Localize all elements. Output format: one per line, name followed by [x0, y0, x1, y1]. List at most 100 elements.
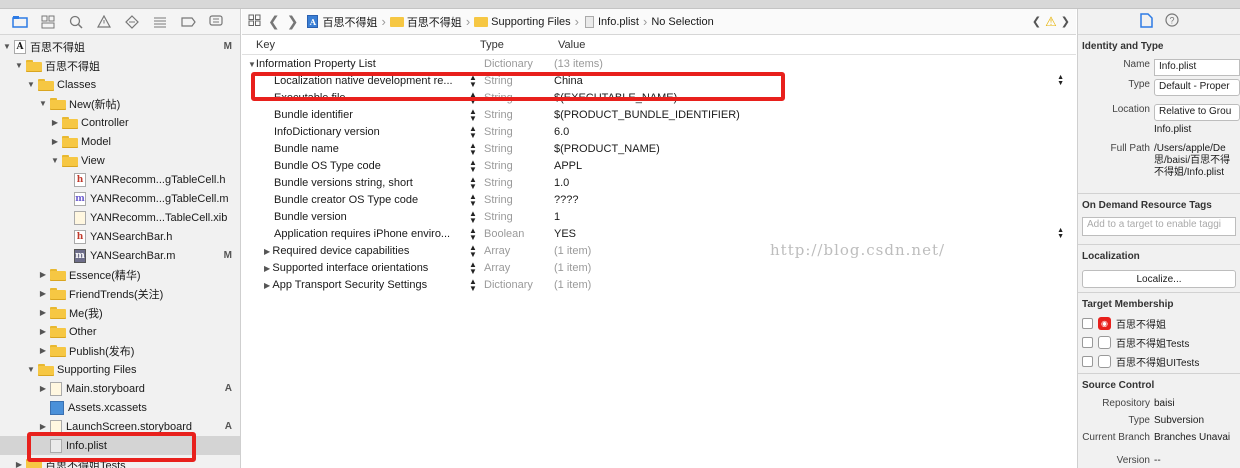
tree-item[interactable]: ▼ Classes	[0, 75, 240, 94]
tree-item[interactable]: h YANRecomm...gTableCell.h	[0, 170, 240, 189]
disclosure-open-icon[interactable]: ▼	[38, 99, 48, 108]
plist-row[interactable]: Bundle creator OS Type code ▲ ▼ String????	[242, 191, 1076, 208]
tree-item[interactable]: m YANRecomm...gTableCell.m	[0, 189, 240, 208]
plist-type[interactable]: String	[480, 177, 554, 189]
key-stepper-icon[interactable]: ▲ ▼	[466, 260, 480, 275]
report-icon[interactable]	[202, 11, 230, 33]
plist-type[interactable]: Dictionary	[480, 279, 554, 291]
tree-item[interactable]: ▶ LaunchScreen.storyboard A	[0, 417, 240, 436]
previous-issue-icon[interactable]: ❮	[1032, 15, 1041, 28]
disclosure-open-icon[interactable]: ▼	[50, 156, 60, 165]
plist-type[interactable]: String	[480, 92, 554, 104]
plist-row[interactable]: Bundle OS Type code ▲ ▼ String APPL	[242, 157, 1076, 174]
tree-item[interactable]: ▶ Publish(发布)	[0, 341, 240, 360]
plist-row[interactable]: ▶ Required device capabilities ▲ ▼ Array (1 …	[242, 242, 1076, 259]
plist-value[interactable]: 1.0	[554, 177, 1076, 189]
tree-item[interactable]: ▼ A 百思不得姐 M	[0, 37, 240, 56]
plist-value[interactable]: China	[554, 75, 1076, 87]
jumpbar-crumb-supporting[interactable]: Supporting Files	[474, 16, 571, 28]
disclosure-closed-icon[interactable]: ▶	[38, 308, 48, 317]
type-column-header[interactable]: Type	[466, 39, 544, 51]
jumpbar-crumb-group[interactable]: 百思不得姐	[389, 14, 462, 30]
disclosure-open-icon[interactable]: ▼	[248, 60, 256, 69]
disclosure-closed-icon[interactable]: ▶	[38, 327, 48, 336]
plist-type[interactable]: Array	[480, 262, 554, 274]
checkbox[interactable]	[1082, 337, 1093, 348]
plist-type[interactable]: Array	[480, 245, 554, 257]
plist-value[interactable]: 6.0	[554, 126, 1076, 138]
plist-value[interactable]: $(PRODUCT_BUNDLE_IDENTIFIER)	[554, 109, 1076, 121]
checkbox[interactable]	[1082, 356, 1093, 367]
checkbox[interactable]	[1082, 318, 1093, 329]
next-issue-icon[interactable]: ❯	[1061, 15, 1070, 28]
tree-item[interactable]: ▼ 百思不得姐	[0, 56, 240, 75]
tree-item[interactable]: ▶ FriendTrends(关注)	[0, 284, 240, 303]
jumpbar-crumb-file[interactable]: Info.plist	[583, 15, 639, 28]
target-membership-row[interactable]: 百思不得姐UITests	[1078, 352, 1240, 371]
plist-type[interactable]: String	[480, 143, 554, 155]
disclosure-closed-icon[interactable]: ▶	[38, 289, 48, 298]
tree-item[interactable]: ▶ 百思不得姐Tests	[0, 455, 240, 468]
key-stepper-icon[interactable]: ▲ ▼	[466, 243, 480, 258]
tree-item[interactable]: Assets.xcassets	[0, 398, 240, 417]
forward-arrow-icon[interactable]: ❯	[287, 13, 299, 30]
key-stepper-icon[interactable]: ▲ ▼	[466, 73, 480, 88]
disclosure-closed-icon[interactable]: ▶	[38, 384, 48, 393]
disclosure-closed-icon[interactable]: ▶	[38, 270, 48, 279]
disclosure-closed-icon[interactable]: ▶	[50, 118, 60, 127]
plist-type[interactable]: String	[480, 211, 554, 223]
disclosure-closed-icon[interactable]: ▶	[50, 137, 60, 146]
tree-item[interactable]: ▼ View	[0, 151, 240, 170]
value-column-header[interactable]: Value	[544, 39, 585, 51]
related-items-icon[interactable]	[248, 14, 261, 29]
folder-navigator-icon[interactable]	[6, 11, 34, 33]
plist-row[interactable]: Application requires iPhone enviro... ▲ ▼ B…	[242, 225, 1076, 242]
debug-icon[interactable]	[146, 11, 174, 33]
plist-type[interactable]: String	[480, 160, 554, 172]
plist-row[interactable]: Executable file ▲ ▼ String $(EXECUTABLE_NAME…	[242, 89, 1076, 106]
plist-root-row[interactable]: ▼Information Property List Dictionary (1…	[242, 55, 1076, 72]
tree-item[interactable]: ▼ Supporting Files	[0, 360, 240, 379]
plist-row[interactable]: Bundle name ▲ ▼ String $(PRODUCT_NAME)	[242, 140, 1076, 157]
disclosure-open-icon[interactable]: ▼	[2, 42, 12, 51]
tree-item[interactable]: ▼ New(新帖)	[0, 94, 240, 113]
target-membership-row[interactable]: 百思不得姐Tests	[1078, 333, 1240, 352]
tree-item[interactable]: ▶ Main.storyboard A	[0, 379, 240, 398]
search-icon[interactable]	[62, 11, 90, 33]
disclosure-open-icon[interactable]: ▼	[14, 61, 24, 70]
key-stepper-icon[interactable]: ▲ ▼	[466, 141, 480, 156]
symbol-navigator-icon[interactable]	[34, 11, 62, 33]
name-field[interactable]: Info.plist	[1154, 59, 1240, 76]
plist-value[interactable]: (1 item)	[554, 279, 1076, 291]
disclosure-open-icon[interactable]: ▼	[26, 365, 36, 374]
plist-type[interactable]: String	[480, 109, 554, 121]
issue-warning-icon[interactable]	[90, 11, 118, 33]
plist-type[interactable]: Boolean	[480, 228, 554, 240]
tree-item[interactable]: ▶ Controller	[0, 113, 240, 132]
file-type-select[interactable]: Default - Proper	[1154, 79, 1240, 96]
disclosure-closed-icon[interactable]: ▶	[38, 422, 48, 431]
key-stepper-icon[interactable]: ▲ ▼	[466, 158, 480, 173]
key-stepper-icon[interactable]: ▲ ▼	[466, 124, 480, 139]
test-diamond-icon[interactable]	[118, 11, 146, 33]
tree-item[interactable]: ▶ Model	[0, 132, 240, 151]
key-column-header[interactable]: Key	[242, 39, 466, 51]
localize-button[interactable]: Localize...	[1082, 270, 1236, 288]
jumpbar-selection[interactable]: No Selection	[651, 16, 713, 28]
plist-row[interactable]: ▶ Supported interface orientations ▲ ▼ Arra…	[242, 259, 1076, 276]
plist-row[interactable]: ▶ App Transport Security Settings ▲ ▼ Dicti…	[242, 276, 1076, 293]
plist-type[interactable]: String	[480, 126, 554, 138]
plist-value[interactable]: YES	[554, 228, 1076, 240]
jumpbar-crumb-project[interactable]: A 百思不得姐	[305, 14, 377, 30]
plist-row[interactable]: Bundle versions string, short ▲ ▼ String 1.0	[242, 174, 1076, 191]
value-dropdown-icon[interactable]: ▲ ▼	[1057, 74, 1064, 87]
plist-row[interactable]: InfoDictionary version ▲ ▼ String 6.0	[242, 123, 1076, 140]
tree-item[interactable]: ▶ Me(我)	[0, 303, 240, 322]
plist-type[interactable]: String	[480, 75, 554, 87]
plist-value[interactable]: 1	[554, 211, 1076, 223]
disclosure-closed-icon[interactable]: ▶	[38, 346, 48, 355]
tree-item[interactable]: Info.plist	[0, 436, 240, 455]
key-stepper-icon[interactable]: ▲ ▼	[466, 226, 480, 241]
plist-value[interactable]: $(PRODUCT_NAME)	[554, 143, 1076, 155]
quick-help-icon[interactable]: ?	[1164, 13, 1179, 30]
